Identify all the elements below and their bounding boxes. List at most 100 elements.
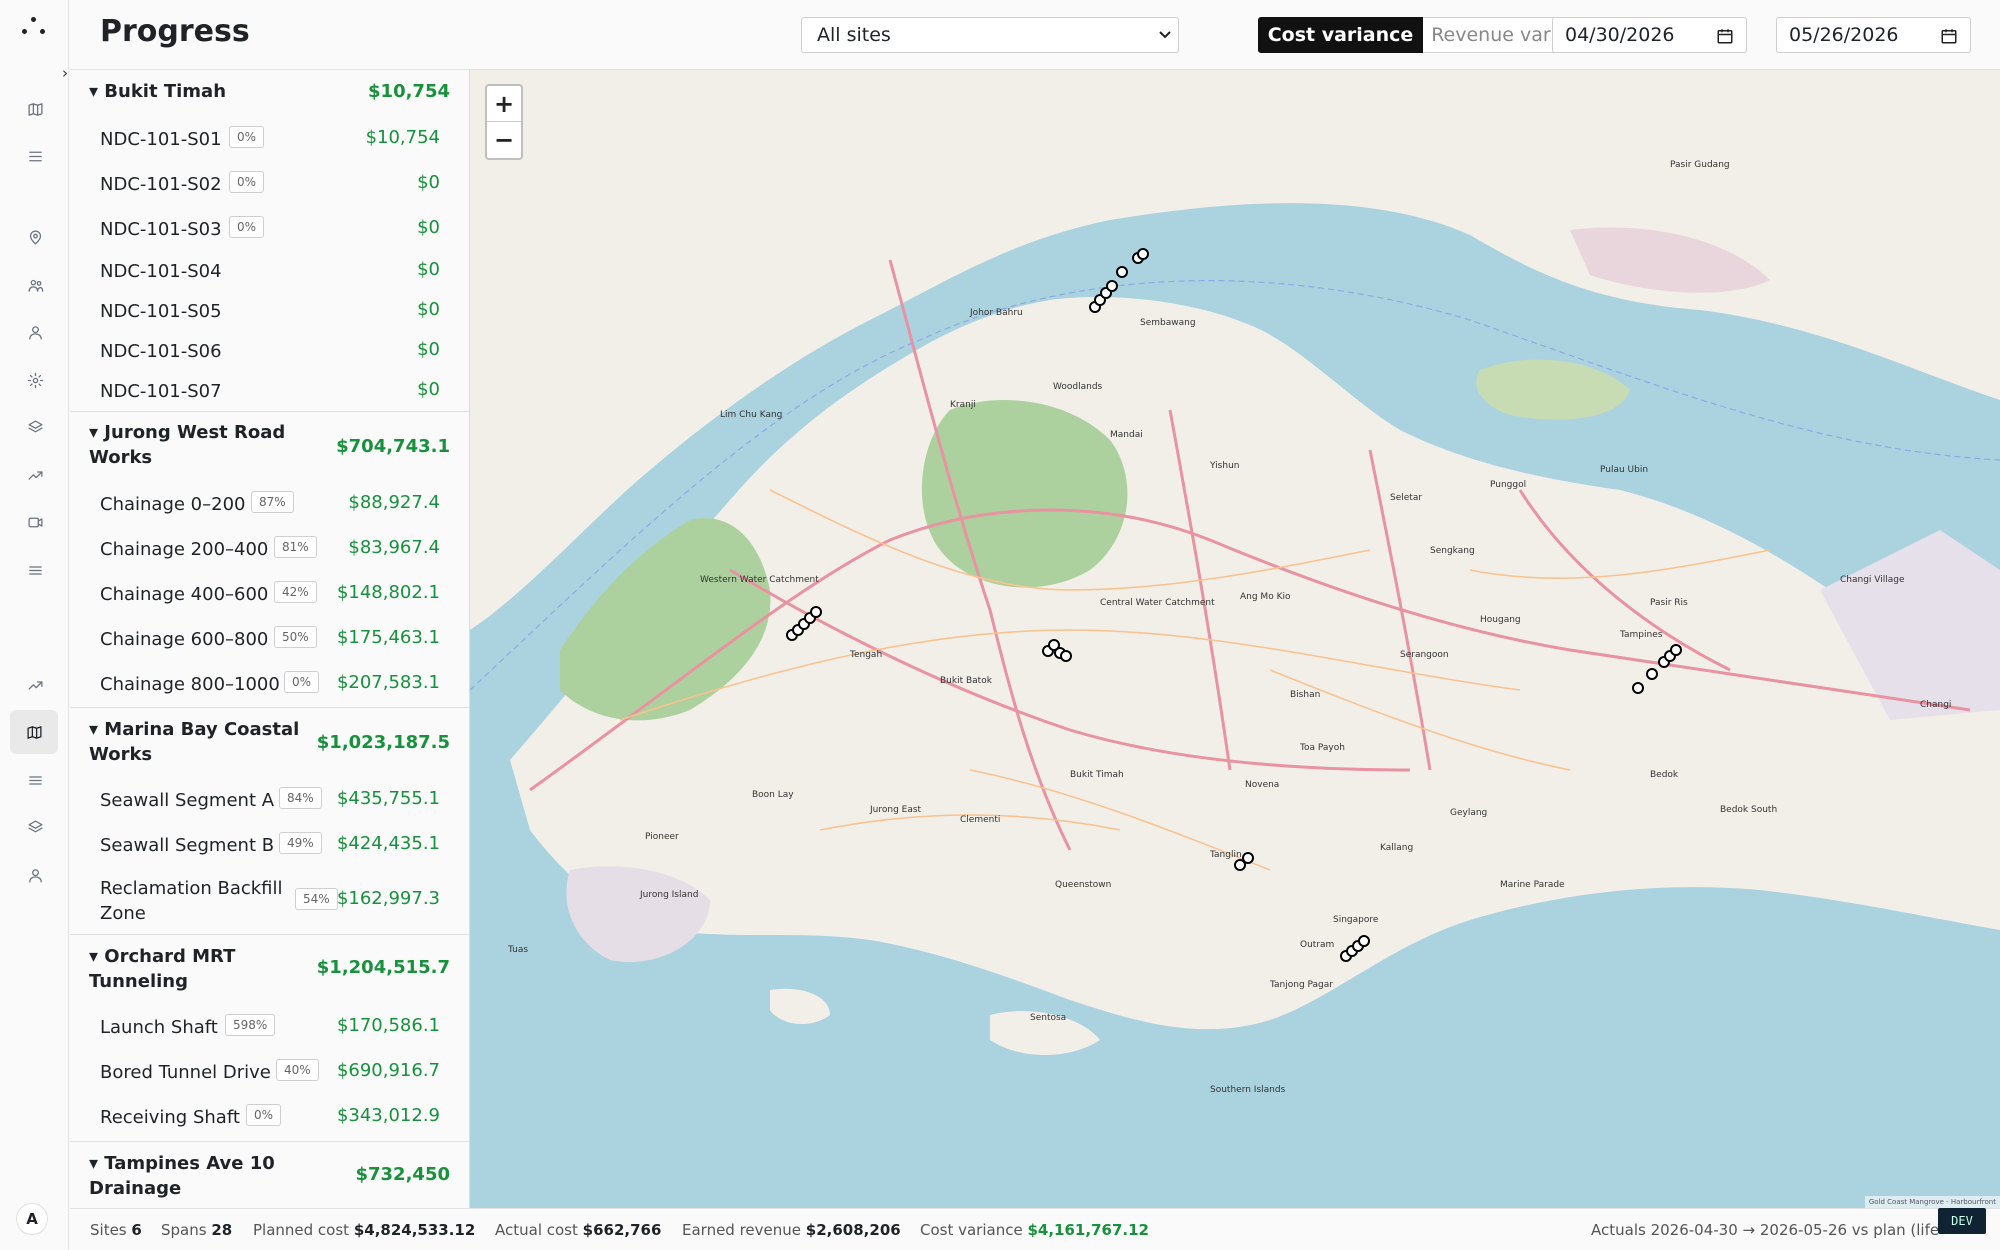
trend-icon[interactable] — [17, 667, 53, 703]
map-icon-active[interactable] — [10, 710, 58, 754]
span-name: Bored Tunnel Drive — [100, 1062, 271, 1083]
span-name: Chainage 600–800 — [100, 629, 269, 650]
summary-footer: Sites 6 Spans 28 Planned cost $4,824,533… — [70, 1208, 2000, 1250]
span-name: Chainage 800–1000 — [100, 674, 280, 695]
span-value: $0 — [417, 299, 440, 320]
span-name: NDC-101-S06 — [100, 341, 222, 362]
group-header-marina-bay[interactable]: ▾ Marina Bay Coastal Works $1,023,187.5 — [70, 707, 469, 767]
site-marker[interactable] — [1646, 668, 1658, 680]
trend-icon[interactable] — [17, 457, 53, 493]
earned-revenue-stat: Earned revenue $2,608,206 — [682, 1221, 901, 1239]
actuals-range: Actuals 2026-04-30 → 2026-05-26 vs plan … — [1591, 1221, 1940, 1239]
map-label: Hougang — [1480, 615, 1521, 625]
menu-icon[interactable] — [17, 762, 53, 798]
group-value: $732,450 — [355, 1164, 450, 1185]
progress-badge: 84% — [279, 787, 322, 809]
user-icon[interactable] — [17, 857, 53, 893]
map-attribution: Gold Coast Mangrove - Harbourfront — [1864, 1196, 2000, 1208]
users-icon[interactable] — [17, 267, 53, 303]
panel-collapse-toggle[interactable]: › — [62, 64, 68, 82]
span-value: $83,967.4 — [348, 537, 440, 558]
date-to-input[interactable]: 05/26/2026 — [1776, 17, 1971, 53]
video-icon[interactable] — [17, 504, 53, 540]
map-label: Southern Islands — [1210, 1085, 1286, 1095]
map-label: Woodlands — [1053, 382, 1103, 392]
stat-value: $2,608,206 — [805, 1221, 901, 1239]
top-header: Progress All sites Cost variance Revenue… — [70, 0, 2000, 70]
map-label: Boon Lay — [752, 790, 794, 800]
span-name: NDC-101-S07 — [100, 381, 222, 402]
site-marker[interactable] — [810, 606, 822, 618]
map-icon[interactable] — [17, 91, 53, 127]
date-from-input[interactable]: 04/30/2026 — [1552, 17, 1747, 53]
span-name: NDC-101-S04 — [100, 261, 222, 282]
group-name: ▾ Bukit Timah — [89, 81, 227, 102]
site-marker[interactable] — [1632, 682, 1644, 694]
zoom-in-button[interactable]: + — [487, 86, 521, 122]
user-icon[interactable] — [17, 314, 53, 350]
zoom-out-button[interactable]: − — [487, 122, 521, 158]
group-name: ▾ Tampines Ave 10 Drainage — [89, 1153, 275, 1199]
group-name: ▾ Marina Bay Coastal Works — [89, 719, 300, 765]
menu-icon[interactable] — [17, 552, 53, 588]
site-marker[interactable] — [1060, 650, 1072, 662]
map-label: Punggol — [1490, 480, 1527, 490]
span-name: Chainage 200–400 — [100, 539, 269, 560]
cost-variance-toggle[interactable]: Cost variance — [1258, 17, 1423, 53]
stat-label: Earned revenue — [682, 1221, 802, 1239]
map-label: Bukit Batok — [940, 676, 992, 686]
group-header-bukit-timah[interactable]: ▾ Bukit Timah $10,754 — [70, 70, 469, 105]
stat-value: 28 — [211, 1221, 233, 1239]
map-label: Sengkang — [1430, 546, 1475, 556]
map-label: Changi — [1920, 700, 1952, 710]
span-value: $10,754 — [365, 127, 440, 148]
span-name: Seawall Segment B — [100, 835, 275, 856]
avatar[interactable]: A — [16, 1203, 48, 1235]
site-select[interactable]: All sites — [801, 17, 1179, 53]
span-value: $0 — [417, 339, 440, 360]
southern-island — [770, 988, 830, 1025]
site-marker[interactable] — [1242, 852, 1254, 864]
group-header-tampines[interactable]: ▾ Tampines Ave 10 Drainage $732,450 — [70, 1141, 469, 1208]
progress-badge: 42% — [274, 581, 317, 603]
site-marker[interactable] — [1106, 280, 1118, 292]
layers-icon[interactable] — [17, 809, 53, 845]
site-marker[interactable] — [1670, 644, 1682, 656]
span-name: Seawall Segment A — [100, 790, 275, 811]
site-marker[interactable] — [1116, 266, 1128, 278]
chevron-down-icon — [1159, 31, 1171, 39]
stat-label: Planned cost — [253, 1221, 350, 1239]
site-select-value: All sites — [817, 24, 891, 46]
gear-icon[interactable] — [17, 362, 53, 398]
map-label: Serangoon — [1400, 650, 1449, 660]
span-value: $207,583.1 — [336, 672, 440, 693]
span-value: $148,802.1 — [336, 582, 440, 603]
progress-badge: 50% — [274, 626, 317, 648]
list-icon[interactable] — [17, 138, 53, 174]
map-label: Mandai — [1110, 430, 1143, 440]
group-header-orchard[interactable]: ▾ Orchard MRT Tunneling $1,204,515.7 — [70, 934, 469, 994]
logo-icon[interactable] — [20, 17, 46, 41]
group-value: $10,754 — [368, 81, 450, 102]
span-value: $162,997.3 — [336, 888, 440, 909]
map-label: Pasir Ris — [1650, 598, 1688, 608]
date-to-value: 05/26/2026 — [1789, 24, 1899, 46]
pin-icon[interactable] — [17, 219, 53, 255]
group-header-jurong-west[interactable]: ▾ Jurong West Road Works $704,743.1 — [70, 411, 469, 471]
map-label: Changi Village — [1840, 575, 1905, 585]
stat-label: Actual cost — [495, 1221, 578, 1239]
progress-badge: 54% — [295, 888, 338, 910]
map-label: Jurong East — [870, 805, 922, 815]
map-label: Lim Chu Kang — [720, 410, 783, 420]
progress-badge: 40% — [276, 1059, 319, 1081]
group-value: $704,743.1 — [336, 436, 450, 457]
progress-badge: 0% — [246, 1104, 282, 1126]
layers-icon[interactable] — [17, 409, 53, 445]
site-marker[interactable] — [1358, 935, 1370, 947]
map-view[interactable]: Johor Bahru Woodlands Sembawang Yishun S… — [470, 70, 2000, 1208]
map-label: Seletar — [1390, 493, 1423, 503]
map-label: Marine Parade — [1500, 880, 1565, 890]
site-marker[interactable] — [1137, 248, 1149, 260]
map-label: Bedok — [1650, 770, 1679, 780]
map-label: Tengah — [850, 650, 883, 660]
